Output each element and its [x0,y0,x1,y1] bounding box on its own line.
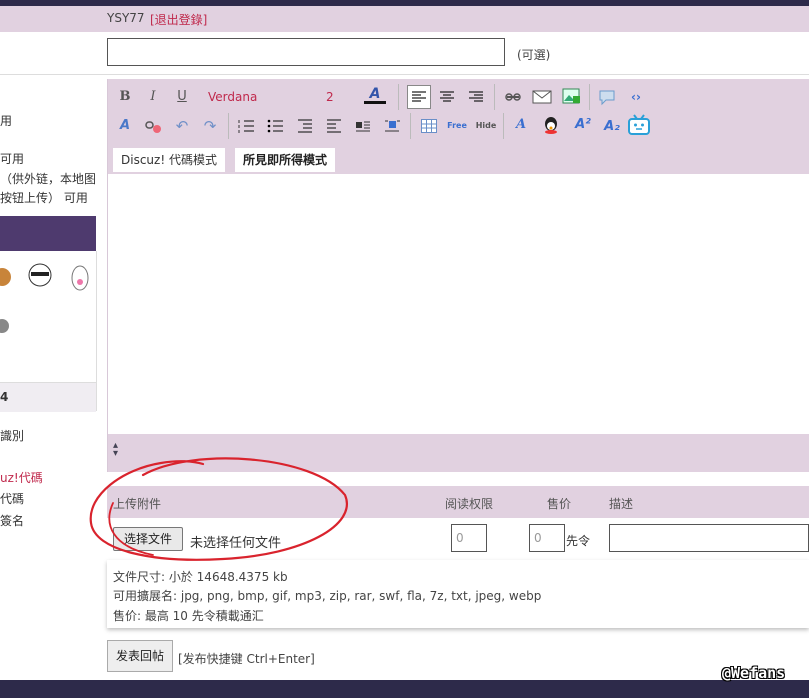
align-center-icon[interactable] [437,87,457,107]
watermark: @Wefans [722,664,786,682]
toolbar-divider [494,84,495,110]
left-text-5: 4 [0,390,9,404]
redo-icon[interactable]: ↷ [199,115,221,137]
description-input[interactable] [609,524,809,552]
smiley-panel-footer [0,382,96,412]
left-text-2: 可用 [0,152,25,166]
toolbar-divider [398,84,399,110]
code-icon[interactable]: ‹› [625,86,647,108]
font-size-select[interactable]: 2 [326,90,334,104]
username[interactable]: YSY77 [107,11,145,25]
extension-info: 可用擴展名: jpg, png, bmp, gif, mp3, zip, rar… [113,589,542,603]
logout-link[interactable]: [退出登錄] [150,11,207,28]
float-right-icon[interactable] [382,116,402,136]
attachment-permission-header: 阅读权限 [445,497,494,511]
float-left-icon[interactable] [353,116,373,136]
quote-icon[interactable] [597,87,617,107]
toolbar-divider [410,113,411,139]
font-icon[interactable]: A [510,114,532,136]
smiley-icons[interactable] [0,262,96,342]
underline-icon[interactable]: U [171,86,193,108]
toolbar-divider [589,84,590,110]
link-icon[interactable] [503,87,523,107]
smiley-panel-header [0,216,96,251]
align-right-icon[interactable] [466,87,486,107]
align-left-icon[interactable] [407,85,431,109]
ordered-list-icon[interactable] [236,116,256,136]
outdent-icon[interactable] [295,116,315,136]
image-icon[interactable] [561,86,581,106]
left-text-4: 按钮上传） 可用 [0,191,88,205]
bottom-bar [0,680,809,698]
undo-icon[interactable]: ↶ [171,115,193,137]
subscript-icon[interactable]: A₂ [601,116,623,138]
subject-optional-label: (可選) [517,48,551,62]
font-name-select[interactable]: Verdana [208,90,257,104]
left-text-9: 簽名 [0,514,25,528]
tab-code-mode[interactable]: Discuz! 代碼模式 [113,148,225,172]
currency-label: 先令 [566,534,591,548]
hide-icon[interactable]: Hide [475,118,497,133]
tv-icon[interactable] [627,114,651,136]
shortcut-hint: [发布快捷键 Ctrl+Enter] [178,652,315,666]
attachment-price-header: 售价 [547,497,572,511]
subject-input[interactable] [107,38,505,66]
editor-content-area[interactable] [108,174,809,434]
unordered-list-icon[interactable] [265,116,285,136]
toolbar-divider [228,113,229,139]
submit-reply-button[interactable]: 发表回帖 [107,640,173,672]
left-text-6: 識別 [0,429,25,443]
font-color-icon[interactable]: A [364,86,386,108]
left-text-3: （供外链，本地图 [0,172,97,186]
price-input[interactable]: 0 [529,524,565,552]
left-text-1: 用 [0,114,13,128]
email-icon[interactable] [531,87,553,107]
remove-format-icon[interactable]: A [114,115,136,137]
superscript-icon[interactable]: A² [572,114,594,136]
left-text-7[interactable]: uz!代碼 [0,469,43,486]
qq-icon[interactable] [541,115,561,135]
tab-wysiwyg-mode[interactable]: 所見即所得模式 [235,148,336,172]
price-info: 售价: 最高 10 先令積載通汇 [113,609,264,623]
attachment-desc-header: 描述 [609,497,634,511]
table-icon[interactable] [419,116,439,136]
free-icon[interactable]: Free [446,118,468,133]
indent-icon[interactable] [324,116,344,136]
italic-icon[interactable]: I [142,86,164,108]
left-text-8: 代碼 [0,492,25,506]
red-circle-annotation [89,457,348,561]
unlink-icon[interactable] [144,117,164,135]
toolbar-divider [503,113,504,139]
permission-input[interactable]: 0 [451,524,487,552]
bold-icon[interactable]: B [114,86,136,108]
